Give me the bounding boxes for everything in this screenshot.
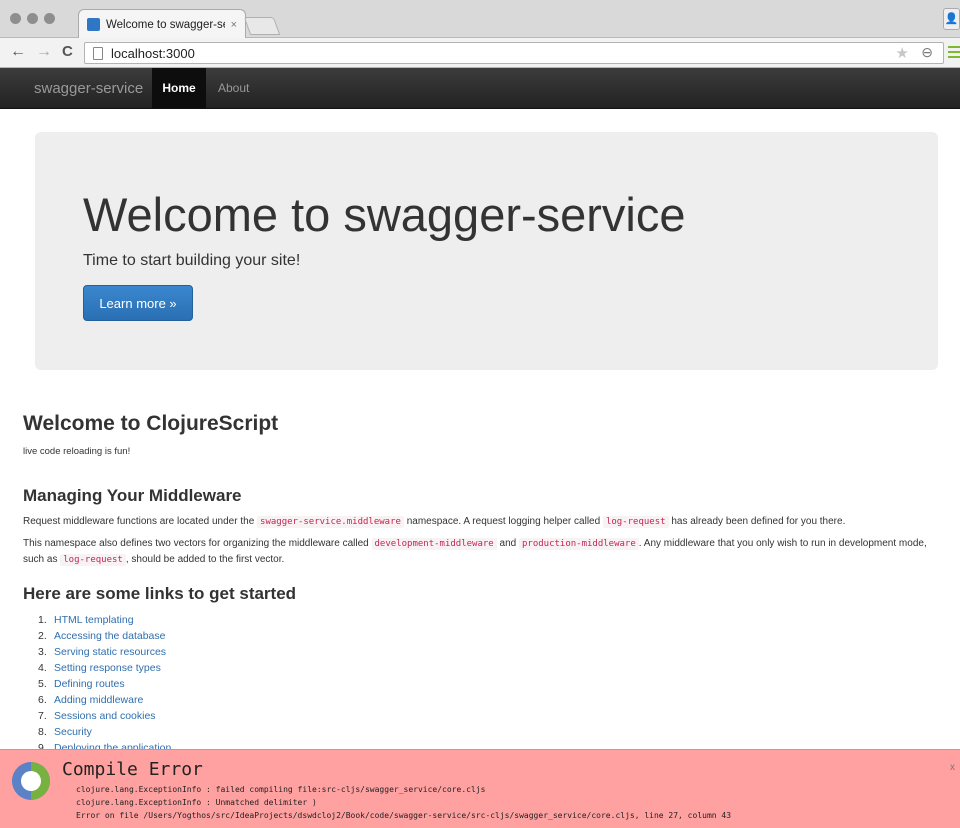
code-development-middleware: development-middleware bbox=[371, 538, 497, 550]
close-window-button[interactable] bbox=[10, 13, 21, 24]
back-button[interactable]: ← bbox=[10, 42, 26, 62]
new-tab-button[interactable] bbox=[243, 17, 281, 35]
browser-tab[interactable]: Welcome to swagger-servi × bbox=[78, 9, 246, 39]
bookmark-star-icon[interactable]: ★ bbox=[896, 44, 909, 62]
address-bar[interactable]: localhost:3000 ★ ⊖ bbox=[84, 42, 944, 64]
tab-close-icon[interactable]: × bbox=[231, 19, 237, 31]
person-icon[interactable]: 👤 bbox=[943, 8, 960, 30]
url-text: localhost:3000 bbox=[111, 46, 195, 61]
list-item: 1. HTML templating bbox=[38, 614, 134, 626]
site-navbar: swagger-service Home About bbox=[0, 68, 960, 109]
jumbotron-lead: Time to start building your site! bbox=[83, 252, 301, 269]
maximize-window-button[interactable] bbox=[44, 13, 55, 24]
code-production-middleware: production-middleware bbox=[518, 538, 639, 550]
link-sessions-cookies[interactable]: Sessions and cookies bbox=[54, 710, 156, 722]
list-item: 3. Serving static resources bbox=[38, 646, 167, 658]
link-security[interactable]: Security bbox=[54, 726, 92, 738]
link-adding-middleware[interactable]: Adding middleware bbox=[54, 694, 143, 706]
minimize-window-button[interactable] bbox=[27, 13, 38, 24]
page-icon bbox=[93, 47, 103, 60]
link-static-resources[interactable]: Serving static resources bbox=[54, 646, 166, 658]
code-log-request-2: log-request bbox=[60, 554, 126, 566]
page-favicon-icon bbox=[87, 18, 100, 31]
link-accessing-database[interactable]: Accessing the database bbox=[54, 630, 166, 642]
code-middleware-namespace: swagger-service.middleware bbox=[257, 516, 404, 528]
tab-title: Welcome to swagger-servi bbox=[106, 18, 225, 31]
error-line-3: Error on file /Users/Yogthos/src/IdeaPro… bbox=[76, 811, 732, 820]
reload-button[interactable]: C bbox=[62, 42, 73, 62]
list-item: 5. Defining routes bbox=[38, 678, 125, 690]
list-item: 6. Adding middleware bbox=[38, 694, 144, 706]
compile-error-panel: Compile Error clojure.lang.ExceptionInfo… bbox=[0, 749, 960, 828]
clojure-logo-icon bbox=[12, 762, 50, 800]
links-list: 1. HTML templating 2. Accessing the databa… bbox=[38, 612, 171, 756]
error-line-2: clojure.lang.ExceptionInfo : Unmatched d… bbox=[76, 798, 317, 807]
link-defining-routes[interactable]: Defining routes bbox=[54, 678, 125, 690]
cljs-heading: Welcome to ClojureScript bbox=[23, 412, 279, 435]
list-item: 7. Sessions and cookies bbox=[38, 710, 156, 722]
links-heading: Here are some links to get started bbox=[23, 584, 297, 603]
nav-about-link[interactable]: About bbox=[218, 68, 249, 108]
middleware-paragraph-1: Request middleware functions are located… bbox=[23, 516, 846, 528]
browser-toolbar: ← → C localhost:3000 ★ ⊖ bbox=[0, 38, 960, 68]
middleware-paragraph-2: This namespace also defines two vectors … bbox=[23, 538, 927, 566]
zoom-icon[interactable]: ⊖ bbox=[921, 44, 933, 61]
link-response-types[interactable]: Setting response types bbox=[54, 662, 161, 674]
cljs-text: live code reloading is fun! bbox=[23, 446, 131, 457]
error-line-1: clojure.lang.ExceptionInfo : failed comp… bbox=[76, 785, 486, 794]
forward-button[interactable]: → bbox=[36, 42, 52, 62]
menu-icon[interactable] bbox=[948, 46, 960, 60]
error-close-icon[interactable]: x bbox=[950, 762, 955, 773]
list-item: 4. Setting response types bbox=[38, 662, 161, 674]
jumbotron-title: Welcome to swagger-service bbox=[83, 188, 686, 241]
navbar-brand[interactable]: swagger-service bbox=[34, 80, 143, 97]
list-item: 8. Security bbox=[38, 726, 92, 738]
list-item: 2. Accessing the database bbox=[38, 630, 166, 642]
learn-more-button[interactable]: Learn more » bbox=[83, 285, 193, 321]
code-log-request: log-request bbox=[602, 516, 669, 528]
nav-home-link[interactable]: Home bbox=[152, 68, 206, 108]
middleware-heading: Managing Your Middleware bbox=[23, 486, 242, 505]
link-html-templating[interactable]: HTML templating bbox=[54, 614, 134, 626]
browser-tab-strip: Welcome to swagger-servi × 👤 bbox=[0, 0, 960, 39]
error-title: Compile Error bbox=[62, 759, 203, 780]
jumbotron: Welcome to swagger-service Time to start… bbox=[35, 132, 938, 370]
